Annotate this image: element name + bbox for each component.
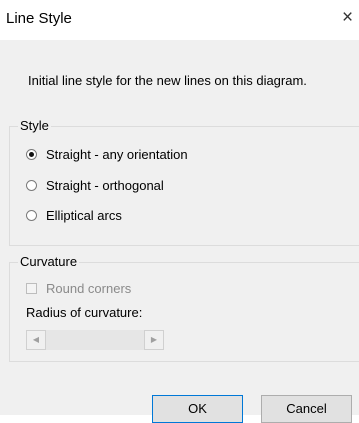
- close-icon[interactable]: ×: [342, 7, 359, 29]
- radio-straight-any[interactable]: Straight - any orientation: [26, 145, 188, 163]
- curvature-group-label: Curvature: [18, 254, 80, 269]
- radio-elliptical-arcs[interactable]: Elliptical arcs: [26, 206, 122, 224]
- style-group-label: Style: [18, 118, 51, 133]
- radio-button-checked[interactable]: [26, 148, 37, 160]
- round-corners-label: Round corners: [46, 281, 132, 296]
- cancel-button[interactable]: Cancel: [261, 395, 352, 423]
- radius-scrollbar[interactable]: ◀ ▶: [26, 330, 164, 350]
- intro-text: Initial line style for the new lines on …: [28, 73, 307, 88]
- radio-button[interactable]: [26, 209, 37, 221]
- scroll-left-icon[interactable]: ◀: [26, 330, 46, 350]
- title-bar: Line Style ×: [0, 0, 359, 40]
- checkbox-box[interactable]: [26, 283, 37, 294]
- radio-label: Straight - orthogonal: [46, 177, 164, 193]
- ok-button[interactable]: OK: [152, 395, 243, 423]
- radio-label: Straight - any orientation: [46, 146, 188, 162]
- scroll-right-icon[interactable]: ▶: [144, 330, 164, 350]
- dialog-body: Initial line style for the new lines on …: [0, 40, 359, 423]
- round-corners-checkbox[interactable]: Round corners: [26, 281, 131, 296]
- radio-label: Elliptical arcs: [46, 207, 122, 223]
- window-title: Line Style: [6, 10, 72, 27]
- radius-of-curvature-label: Radius of curvature:: [26, 305, 143, 320]
- radio-straight-orthogonal[interactable]: Straight - orthogonal: [26, 176, 164, 194]
- radio-button[interactable]: [26, 179, 37, 191]
